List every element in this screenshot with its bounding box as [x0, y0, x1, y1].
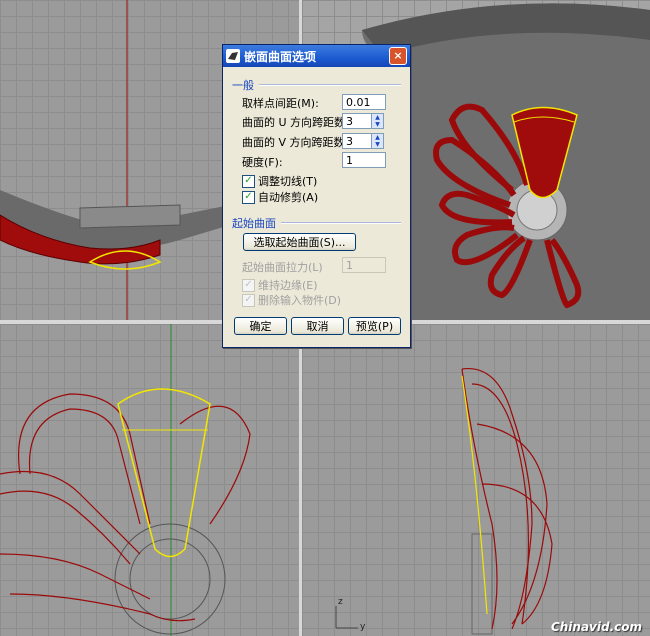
preview-button[interactable]: 预览(P): [348, 317, 401, 335]
u-spans-input[interactable]: 3: [342, 113, 372, 129]
sample-spacing-input[interactable]: 0.01: [342, 94, 386, 110]
preserve-edges-row[interactable]: ✓ 维持边缘(E): [242, 277, 318, 293]
rhino-app-icon: [226, 49, 240, 63]
stiffness-row: 硬度(F):: [242, 154, 283, 170]
u-spans-row: 曲面的 U 方向跨距数:: [242, 114, 349, 130]
viewport-bottom-right-scene: [335, 367, 553, 635]
v-spans-spinner[interactable]: ▲ ▼: [371, 133, 384, 149]
start-surface-pull-label: 起始曲面拉力(L): [242, 261, 323, 274]
viewport-bottom-left-scene: [0, 324, 251, 636]
section-general-header: 一般: [232, 79, 254, 92]
viewport-bottom-right[interactable]: z y: [302, 324, 650, 636]
select-start-surface-button[interactable]: 选取起始曲面(S)...: [243, 233, 356, 251]
v-spans-label: 曲面的 V 方向跨距数:: [242, 136, 349, 149]
stiffness-label: 硬度(F):: [242, 156, 283, 169]
v-spans-row: 曲面的 V 方向跨距数:: [242, 134, 348, 150]
delete-input-label[interactable]: 删除输入物件(D): [258, 292, 341, 308]
preserve-edges-label[interactable]: 维持边缘(E): [258, 277, 318, 293]
spin-up-icon[interactable]: ▲: [372, 114, 383, 121]
axis-z-label: z: [338, 597, 343, 607]
auto-trim-checkbox[interactable]: ✓: [242, 190, 255, 204]
u-spans-spinner[interactable]: ▲ ▼: [371, 113, 384, 129]
delete-input-checkbox[interactable]: ✓: [242, 293, 255, 307]
v-spans-input[interactable]: 3: [342, 133, 372, 149]
u-spans-label: 曲面的 U 方向跨距数:: [242, 116, 349, 129]
ok-button[interactable]: 确定: [234, 317, 287, 335]
section-general-divider: [259, 84, 401, 86]
stiffness-input[interactable]: 1: [342, 152, 386, 168]
delete-input-row[interactable]: ✓ 删除输入物件(D): [242, 292, 341, 308]
sample-spacing-label: 取样点间距(M):: [242, 97, 319, 110]
watermark-logo: Chinavid.com: [550, 620, 642, 634]
adjust-tangency-label[interactable]: 调整切线(T): [258, 173, 317, 189]
dialog-titlebar[interactable]: 嵌面曲面选项 ×: [223, 45, 410, 67]
spin-up-icon[interactable]: ▲: [372, 134, 383, 141]
start-surface-pull-input[interactable]: 1: [342, 257, 386, 273]
adjust-tangency-row[interactable]: ✓ 调整切线(T): [242, 173, 317, 189]
spin-down-icon[interactable]: ▼: [372, 141, 383, 148]
axis-y-label: y: [360, 622, 366, 632]
patch-surface-options-dialog: 嵌面曲面选项 × 一般 取样点间距(M): 0.01 曲面的 U 方向跨距数: …: [222, 44, 411, 348]
spin-down-icon[interactable]: ▼: [372, 121, 383, 128]
viewport-bottom-left[interactable]: [0, 324, 299, 636]
adjust-tangency-checkbox[interactable]: ✓: [242, 174, 255, 188]
start-surface-pull-row: 起始曲面拉力(L): [242, 259, 323, 275]
dialog-title: 嵌面曲面选项: [244, 49, 317, 64]
close-button[interactable]: ×: [389, 47, 407, 65]
cancel-button[interactable]: 取消: [291, 317, 344, 335]
section-start-surface-header: 起始曲面: [232, 217, 276, 230]
section-start-surface-divider: [281, 222, 401, 224]
preserve-edges-checkbox[interactable]: ✓: [242, 278, 255, 292]
auto-trim-row[interactable]: ✓ 自动修剪(A): [242, 189, 318, 205]
auto-trim-label[interactable]: 自动修剪(A): [258, 189, 318, 205]
sample-spacing-row: 取样点间距(M):: [242, 95, 319, 111]
